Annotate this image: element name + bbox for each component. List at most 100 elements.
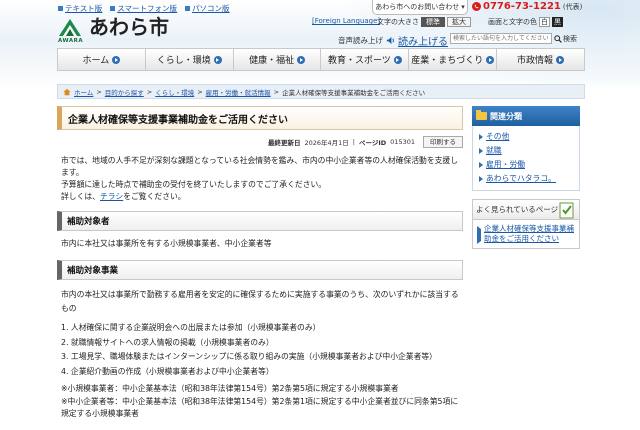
color-white-button[interactable]: 白 [539, 17, 550, 27]
voice-reader: 音声読み上げ 読み上げる [338, 33, 448, 48]
arrow-right-icon [479, 176, 483, 182]
global-nav: ホーム くらし・環境 健康・福祉 教育・スポーツ 産業・まちづくり 市政情報 [57, 48, 585, 71]
section-eligible-text: 市内に本社又は事業所を有する小規模事業者、中小企業者等 [61, 239, 272, 248]
arrow-circle-icon [297, 55, 306, 64]
bullet-icon [185, 6, 191, 11]
breadcrumb-separator: > [197, 87, 203, 96]
arrow-circle-icon [112, 55, 121, 64]
note-small-business: ※小規模事業者：中小企業基本法（昭和38年法律第154号）第2条第5項に規定する… [61, 384, 399, 393]
nav-label: ホーム [82, 56, 110, 66]
arrow-circle-icon [213, 55, 222, 64]
related-link-other[interactable]: その他 [486, 130, 509, 144]
font-size-large-button[interactable]: 拡大 [447, 17, 471, 27]
voice-label: 音声読み上げ [338, 36, 383, 45]
phone-icon [472, 2, 481, 11]
site-logo[interactable]: あわら市 [57, 16, 169, 38]
city-emblem-icon [59, 19, 81, 36]
list-item: 1. 人材確保に関する企業説明会への出展または参加（小規模事業者のみ） [61, 323, 321, 332]
text-version-link[interactable]: テキスト版 [58, 3, 102, 14]
pc-version-link[interactable]: パソコン版 [185, 3, 230, 14]
breadcrumb-home[interactable]: ホーム [74, 87, 93, 97]
color-controls: 画面と文字の色 白 黒 [488, 17, 563, 27]
nav-education[interactable]: 教育・スポーツ [321, 49, 410, 70]
breadcrumb-living[interactable]: くらし・環境 [155, 87, 194, 97]
related-item: 就職 [479, 144, 579, 158]
version-links: テキスト版 スマートフォン版 パソコン版 [58, 3, 230, 14]
arrow-right-icon [479, 148, 483, 154]
related-link-hatarako[interactable]: あわらでハタラコ。 [486, 172, 556, 186]
phone-note: (代表) [562, 2, 583, 11]
popular-link[interactable]: 企業人材確保等支援事業補助金をご活用ください [484, 224, 577, 244]
breadcrumb-purpose[interactable]: 目的から探す [105, 87, 144, 97]
foreign-language-link[interactable]: [Foreign Language] [312, 17, 380, 25]
nav-industry[interactable]: 産業・まちづくり [409, 49, 498, 70]
font-size-standard-button[interactable]: 標準 [421, 17, 445, 27]
search-button-label: 検索 [563, 34, 577, 43]
color-label: 画面と文字の色 [488, 18, 537, 26]
related-item: あわらでハタラコ。 [479, 172, 579, 186]
related-link-job[interactable]: 就職 [486, 144, 502, 158]
color-black-button[interactable]: 黒 [552, 17, 563, 27]
sidebar: 関連分類 その他 就職 雇用・労働 あわらでハタラコ。 よく見られているページ … [472, 106, 580, 249]
intro-pre: 詳しくは、 [61, 192, 100, 201]
arrow-circle-icon [556, 55, 565, 64]
breadcrumb-employment[interactable]: 雇用・労働・就活情報 [206, 87, 271, 97]
section-eligible-heading: 補助対象者 [57, 211, 463, 231]
note-sme: ※中小企業者等：中小企業基本法（昭和38年法律第154号）第2条第1項に規定する… [61, 396, 459, 419]
chevron-down-icon: ▾ [461, 3, 465, 11]
arrow-circle-icon [486, 55, 495, 64]
search-button[interactable]: 検索 [554, 34, 577, 44]
site-header: テキスト版 スマートフォン版 パソコン版 あわら市 AWARA あわら市へのお問… [0, 0, 640, 48]
smartphone-version-link[interactable]: スマートフォン版 [110, 3, 177, 14]
print-button[interactable]: 印刷する [423, 136, 463, 148]
arrow-right-icon [477, 226, 481, 244]
arrow-circle-icon [393, 55, 402, 64]
page-title: 企業人材確保等支援事業補助金をご活用ください [57, 106, 463, 130]
related-link-labor[interactable]: 雇用・労働 [486, 158, 525, 172]
search-input[interactable] [450, 33, 552, 44]
voice-read-link[interactable]: 読み上げる [398, 33, 448, 48]
home-icon [63, 88, 71, 95]
speaker-icon [386, 36, 394, 45]
intro-line-1: 市では、地域の人手不足が深刻な課題となっている社会情勢を鑑み、市内の中小企業者等… [61, 156, 459, 177]
contact-label: あわら市へのお問い合わせ [375, 3, 460, 11]
nav-health[interactable]: 健康・福祉 [234, 49, 322, 70]
intro-line-2: 予算額に達した時点で補助金の受付を終了いたしますのでご了承ください。 [61, 180, 327, 189]
bullet-icon [110, 6, 116, 11]
popular-list: 企業人材確保等支援事業補助金をご活用ください [472, 220, 580, 249]
site-search: 検索 [450, 33, 577, 44]
meta-divider: | [352, 138, 355, 146]
section-projects-heading: 補助対象事業 [57, 260, 463, 280]
search-icon [554, 34, 562, 43]
nav-city-info[interactable]: 市政情報 [497, 49, 584, 70]
main-content: 企業人材確保等支援事業補助金をご活用ください 最終更新日 2026年4月1日 |… [57, 106, 463, 421]
related-list: その他 就職 雇用・労働 あわらでハタラコ。 [472, 126, 580, 191]
project-list: 1. 人材確保に関する企業説明会への出展または参加（小規模事業者のみ） 2. 就… [57, 321, 463, 379]
font-size-controls: 文字の大きさ 標準 拡大 [377, 17, 471, 27]
text-version-label: テキスト版 [65, 4, 103, 13]
bullet-icon [58, 6, 63, 11]
intro-post: をご覧ください。 [123, 192, 186, 201]
nav-living[interactable]: くらし・環境 [146, 49, 234, 70]
section-projects-text: 市内の本社又は事業所で勤務する雇用者を安定的に確保するために実施する事業のうち、… [61, 290, 459, 313]
nav-label: 教育・スポーツ [327, 56, 391, 66]
page-id: 015301 [390, 138, 415, 146]
arrow-right-icon [479, 162, 483, 168]
breadcrumb-separator: > [96, 87, 102, 96]
notes: ※小規模事業者：中小企業基本法（昭和38年法律第154号）第2条第5項に規定する… [57, 383, 463, 421]
related-heading: 関連分類 [472, 106, 580, 126]
nav-home[interactable]: ホーム [58, 49, 146, 70]
nav-label: 健康・福祉 [249, 56, 295, 66]
nav-label: 市政情報 [517, 56, 554, 66]
arrow-right-icon [479, 134, 483, 140]
contact-button[interactable]: あわら市へのお問い合わせ ▾ [372, 0, 468, 15]
related-item: その他 [479, 130, 579, 144]
phone-info: 0776-73-1221 (代表) [472, 1, 582, 12]
flyer-link[interactable]: チラシ [100, 192, 123, 201]
logo-subtitle: AWARA [58, 38, 84, 44]
breadcrumb-current: 企業人材確保等支援事業補助金をご活用ください [282, 88, 426, 97]
nav-label: くらし・環境 [156, 56, 211, 66]
list-item: 2. 就職情報サイトへの求人情報の掲載（小規模事業者のみ） [61, 337, 274, 347]
page-meta: 最終更新日 2026年4月1日 | ページID 015301 印刷する [57, 134, 463, 150]
page-id-label: ページID [358, 139, 387, 147]
